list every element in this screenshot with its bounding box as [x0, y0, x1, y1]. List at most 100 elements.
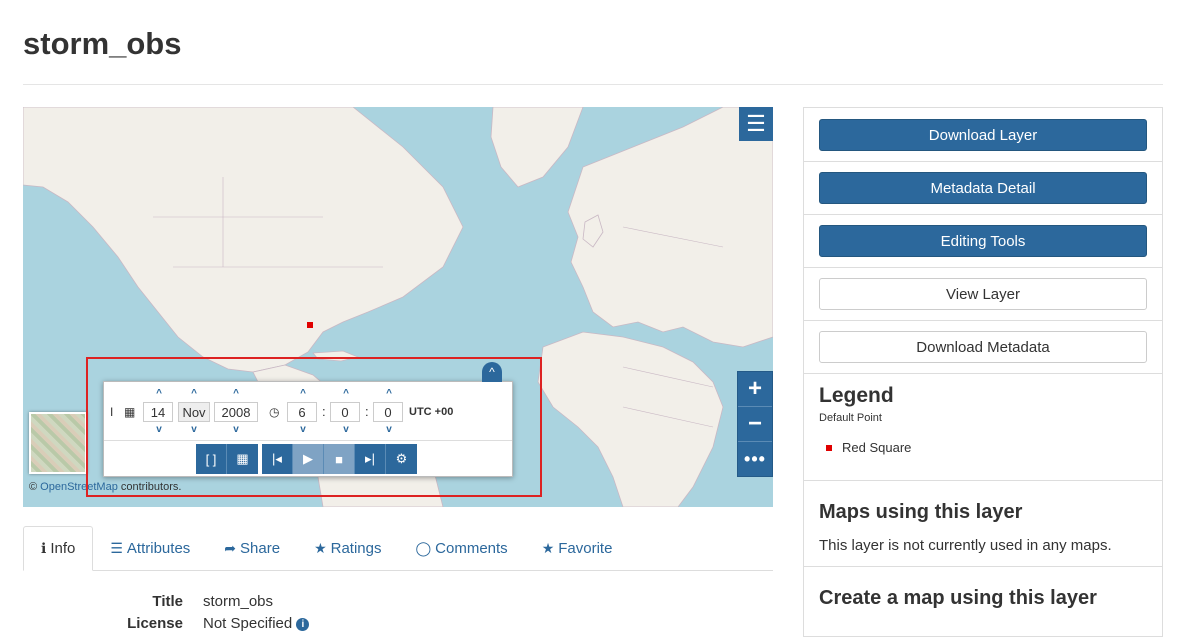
metadata-detail-button[interactable]: Metadata Detail: [819, 172, 1147, 204]
maps-text: This layer is not currently used in any …: [819, 537, 1112, 554]
time-slider-widget: ^ I ▦ ^ 14 v ^ Nov v ^ 2008 v ◷ ^ 6 v : …: [103, 362, 513, 477]
hamburger-icon: ☰: [746, 111, 766, 136]
minute-input[interactable]: 0: [330, 402, 360, 422]
view-layer-button[interactable]: View Layer: [819, 278, 1147, 310]
clock-icon: ◷: [269, 405, 280, 419]
legend-subtitle: Default Point: [819, 412, 882, 424]
tab-label: Info: [50, 540, 76, 557]
time-inputs-row: I ▦ ^ 14 v ^ Nov v ^ 2008 v ◷ ^ 6 v : ^ …: [104, 388, 512, 435]
tab-label: Attributes: [126, 539, 191, 557]
tab-comments[interactable]: ◯ Comments: [398, 526, 524, 570]
second-input[interactable]: 0: [373, 402, 403, 422]
year-down-icon[interactable]: v: [226, 424, 246, 435]
storm-marker[interactable]: [307, 322, 313, 328]
step-backward-icon: |◂: [272, 451, 282, 466]
sb-legend-section: Legend Default Point Red Square: [804, 374, 1162, 481]
hour-up-icon[interactable]: ^: [293, 388, 313, 399]
jump-to-date-button[interactable]: ▦: [227, 444, 258, 474]
tab-ratings[interactable]: ★ Ratings: [297, 526, 398, 570]
sb-metadata-section: Metadata Detail: [804, 162, 1162, 215]
tab-favorite[interactable]: ★ Favorite: [525, 526, 630, 570]
time-widget-collapse-button[interactable]: ^: [482, 362, 502, 382]
legend-item-label: Red Square: [842, 440, 912, 455]
animation-settings-button[interactable]: ⚙: [386, 444, 417, 474]
title-label: Title: [152, 593, 183, 610]
day-input[interactable]: 14: [143, 402, 173, 422]
maps-title: Maps using this layer: [819, 501, 1023, 523]
legend-red-square-swatch: [826, 445, 832, 451]
sb-download-metadata-section: Download Metadata: [804, 321, 1162, 374]
download-metadata-button[interactable]: Download Metadata: [819, 331, 1147, 363]
share-icon: ➦: [224, 539, 237, 556]
range-controls: [ ] ▦: [196, 444, 258, 474]
basemap-switcher-thumbnail[interactable]: [29, 412, 87, 474]
gear-icon: ⚙: [395, 451, 408, 466]
zoom-out-button[interactable]: −: [738, 407, 772, 442]
sb-editing-section: Editing Tools: [804, 215, 1162, 268]
tab-label: Share: [240, 539, 281, 557]
month-input[interactable]: Nov: [178, 402, 210, 422]
year-up-icon[interactable]: ^: [226, 388, 246, 399]
star-icon: ★: [541, 539, 555, 556]
download-layer-button[interactable]: Download Layer: [819, 119, 1147, 151]
hour-down-icon[interactable]: v: [293, 424, 313, 435]
second-down-icon[interactable]: v: [379, 424, 399, 435]
brackets-icon: [ ]: [205, 451, 217, 467]
month-up-icon[interactable]: ^: [184, 388, 204, 399]
tab-label: Favorite: [558, 539, 613, 557]
calendar-icon: ▦: [124, 405, 136, 419]
title-value: storm_obs: [203, 593, 274, 610]
day-down-icon[interactable]: v: [149, 424, 169, 435]
sb-download-section: Download Layer: [804, 108, 1162, 162]
more-tools-button[interactable]: •••: [738, 442, 772, 476]
license-label: License: [127, 615, 183, 632]
tab-share[interactable]: ➦ Share: [207, 526, 297, 570]
sb-maps-section: Maps using this layer This layer is not …: [804, 481, 1162, 567]
title-divider: [23, 84, 1163, 85]
zoom-controls: + − •••: [737, 371, 773, 477]
step-forward-button[interactable]: ▸|: [355, 444, 386, 474]
info-icon: ℹ: [41, 540, 47, 556]
time-separator: :: [365, 404, 369, 419]
star-icon: ★: [314, 539, 327, 556]
chevron-up-icon: ^: [489, 365, 495, 379]
month-down-icon[interactable]: v: [184, 424, 204, 435]
tab-info[interactable]: ℹ Info: [23, 526, 94, 571]
attribution-suffix: contributors.: [117, 481, 182, 493]
play-icon: ▶: [303, 451, 313, 466]
play-button[interactable]: ▶: [293, 444, 324, 474]
map-viewer[interactable]: ☰ + − ••• © OpenStreetMap contributors. …: [23, 107, 773, 507]
map-layers-menu-button[interactable]: ☰: [739, 107, 773, 141]
sb-view-section: View Layer: [804, 268, 1162, 321]
minute-up-icon[interactable]: ^: [336, 388, 356, 399]
tab-label: Ratings: [330, 539, 382, 557]
stop-icon: ■: [335, 451, 343, 467]
page-title: storm_obs: [23, 26, 182, 61]
time-separator: :: [322, 404, 326, 419]
osm-link[interactable]: OpenStreetMap: [40, 481, 118, 493]
second-up-icon[interactable]: ^: [379, 388, 399, 399]
playback-controls: [ ] ▦ |◂ ▶ ■ ▸| ⚙: [196, 444, 417, 474]
map-attribution: © OpenStreetMap contributors.: [29, 481, 181, 493]
year-input[interactable]: 2008: [214, 402, 258, 422]
timezone-label: UTC +00: [409, 406, 454, 418]
license-value: Not Specified: [203, 615, 293, 632]
animation-controls: |◂ ▶ ■ ▸| ⚙: [262, 444, 417, 474]
zoom-in-button[interactable]: +: [738, 372, 772, 407]
stop-button[interactable]: ■: [324, 444, 355, 474]
step-forward-icon: ▸|: [365, 451, 375, 466]
info-icon[interactable]: i: [296, 618, 310, 631]
tab-label: Comments: [435, 539, 508, 557]
attribution-prefix: ©: [29, 481, 41, 493]
minute-down-icon[interactable]: v: [336, 424, 356, 435]
step-back-button[interactable]: |◂: [262, 444, 293, 474]
license-value-group: Not Specified i: [203, 615, 310, 632]
range-toggle-button[interactable]: [ ]: [196, 444, 227, 474]
editing-tools-button[interactable]: Editing Tools: [819, 225, 1147, 257]
legend-title: Legend: [819, 384, 894, 407]
calendar-refresh-icon: ▦: [236, 451, 249, 466]
hour-input[interactable]: 6: [287, 402, 317, 422]
tab-attributes[interactable]: ☰ Attributes: [93, 526, 207, 570]
list-icon: ☰: [110, 539, 123, 556]
day-up-icon[interactable]: ^: [149, 388, 169, 399]
